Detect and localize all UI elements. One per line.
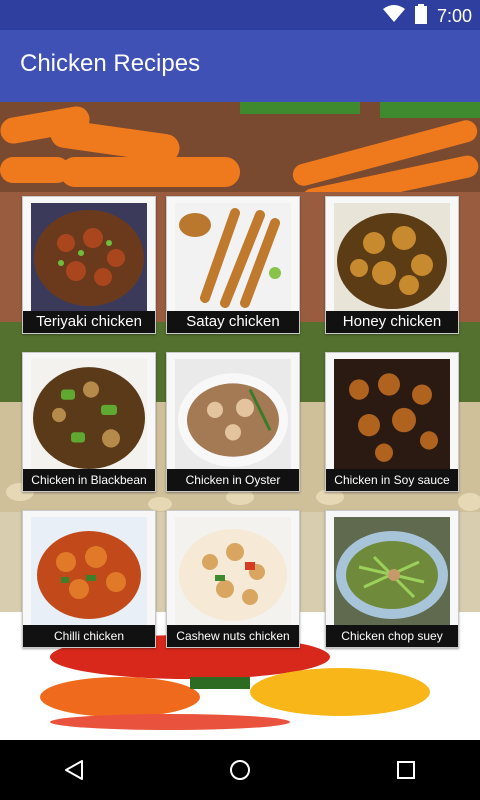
back-icon[interactable]	[62, 758, 86, 786]
recipe-grid-area: Teriyaki chicken Satay chicken Honey chi…	[0, 102, 480, 740]
recipe-card-label: Chicken chop suey	[326, 625, 458, 647]
status-bar: 7:00	[0, 0, 480, 30]
recipe-card-label: Chicken in Blackbean	[23, 469, 155, 491]
teriyaki-chicken-image	[31, 203, 147, 313]
navigation-bar	[0, 740, 480, 800]
app-title: Chicken Recipes	[20, 50, 201, 77]
recipe-card-chicken-in-soy-sauce[interactable]: Chicken in Soy sauce	[325, 352, 459, 492]
recipe-card-chicken-chop-suey[interactable]: Chicken chop suey	[325, 510, 459, 648]
honey-chicken-image	[334, 203, 450, 313]
recipe-card-label: Honey chicken	[326, 311, 458, 333]
wifi-icon	[382, 5, 405, 27]
app-bar: Chicken Recipes	[0, 30, 480, 102]
recipe-card-chicken-in-oyster[interactable]: Chicken in Oyster	[166, 352, 300, 492]
status-time: 7:00	[436, 5, 472, 26]
recipe-card-satay-chicken[interactable]: Satay chicken	[166, 196, 300, 334]
recipe-card-cashew-nuts-chicken[interactable]: Cashew nuts chicken	[166, 510, 300, 648]
recipe-card-chilli-chicken[interactable]: Chilli chicken	[22, 510, 156, 648]
recipe-card-honey-chicken[interactable]: Honey chicken	[325, 196, 459, 334]
recipe-card-label: Chilli chicken	[23, 625, 155, 647]
home-icon[interactable]	[228, 758, 252, 786]
recipe-card-chicken-in-blackbean[interactable]: Chicken in Blackbean	[22, 352, 156, 492]
chilli-chicken-image	[31, 517, 147, 627]
satay-chicken-image	[175, 203, 291, 313]
chicken-in-blackbean-image	[31, 359, 147, 471]
chicken-in-oyster-image	[175, 359, 291, 471]
recipe-card-label: Satay chicken	[167, 311, 299, 333]
chicken-in-soy-sauce-image	[334, 359, 450, 471]
recipe-card-label: Cashew nuts chicken	[167, 625, 299, 647]
recents-icon[interactable]	[394, 758, 418, 786]
recipe-card-teriyaki-chicken[interactable]: Teriyaki chicken	[22, 196, 156, 334]
cashew-nuts-chicken-image	[175, 517, 291, 627]
recipe-card-label: Chicken in Oyster	[167, 469, 299, 491]
battery-icon	[414, 4, 427, 28]
chicken-chop-suey-image	[334, 517, 450, 627]
status-icons: 7:00	[382, 4, 472, 28]
recipe-card-label: Teriyaki chicken	[23, 311, 155, 333]
recipe-card-label: Chicken in Soy sauce	[326, 469, 458, 491]
